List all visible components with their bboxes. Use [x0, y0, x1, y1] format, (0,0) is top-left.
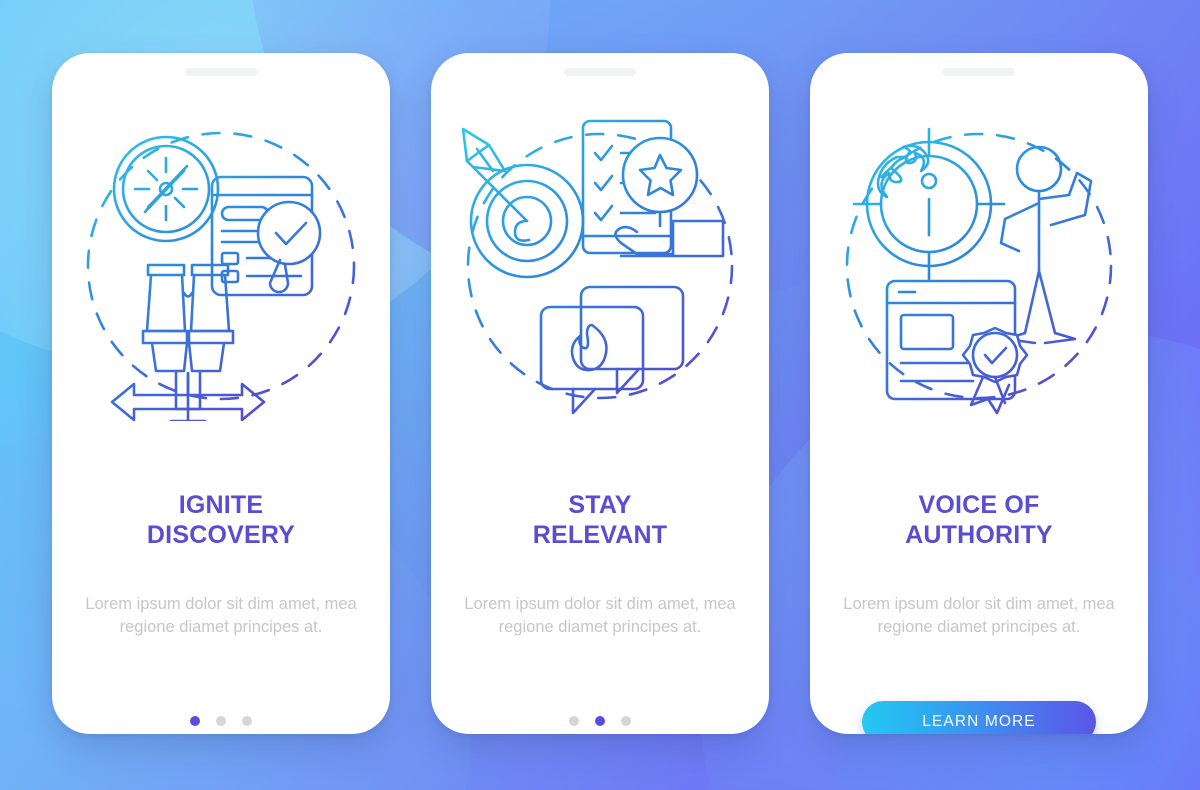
- screen-title: STAY RELEVANT: [449, 490, 751, 550]
- screen-body-text: Lorem ipsum dolor sit dim amet, mea regi…: [85, 595, 357, 636]
- pagination-dots[interactable]: [52, 716, 390, 726]
- speaker-notch-icon: [185, 68, 257, 76]
- onboarding-screens-mockup: IGNITE DISCOVERY Lorem ipsum dolor sit d…: [0, 0, 1200, 790]
- screen-title-line-2: AUTHORITY: [905, 521, 1053, 549]
- speaker-notch-icon: [943, 68, 1015, 76]
- screen-title-line-2: RELEVANT: [532, 521, 668, 549]
- pagination-dot-3[interactable]: [242, 716, 252, 726]
- screen-title-line-1: IGNITE: [178, 491, 264, 519]
- pagination-dot-3[interactable]: [621, 716, 631, 726]
- screen-title: VOICE OF AUTHORITY: [828, 490, 1130, 550]
- speaker-notch-icon: [564, 68, 636, 76]
- pagination-dot-1[interactable]: [190, 716, 200, 726]
- pagination-dots[interactable]: [431, 716, 769, 726]
- learn-more-button[interactable]: LEARN MORE: [862, 701, 1096, 734]
- screen-body-text: Lorem ipsum dolor sit dim amet, mea regi…: [843, 595, 1115, 636]
- pagination-dot-2[interactable]: [595, 716, 605, 726]
- illustration-voice-of-authority: [810, 111, 1148, 451]
- illustration-ignite-discovery: [52, 111, 390, 451]
- screen-title: IGNITE DISCOVERY: [70, 490, 372, 550]
- phone-mockup-voice-of-authority: VOICE OF AUTHORITY Lorem ipsum dolor sit…: [810, 53, 1148, 734]
- pagination-dot-1[interactable]: [569, 716, 579, 726]
- phone-mockup-group: IGNITE DISCOVERY Lorem ipsum dolor sit d…: [0, 0, 1200, 790]
- screen-title-line-1: STAY: [568, 491, 632, 519]
- pagination-dot-2[interactable]: [216, 716, 226, 726]
- phone-mockup-stay-relevant: STAY RELEVANT Lorem ipsum dolor sit dim …: [431, 53, 769, 734]
- phone-mockup-ignite-discovery: IGNITE DISCOVERY Lorem ipsum dolor sit d…: [52, 53, 390, 734]
- screen-title-line-1: VOICE OF: [918, 491, 1040, 519]
- screen-body-text: Lorem ipsum dolor sit dim amet, mea regi…: [464, 595, 736, 636]
- illustration-stay-relevant: [431, 111, 769, 451]
- screen-title-line-2: DISCOVERY: [146, 521, 296, 549]
